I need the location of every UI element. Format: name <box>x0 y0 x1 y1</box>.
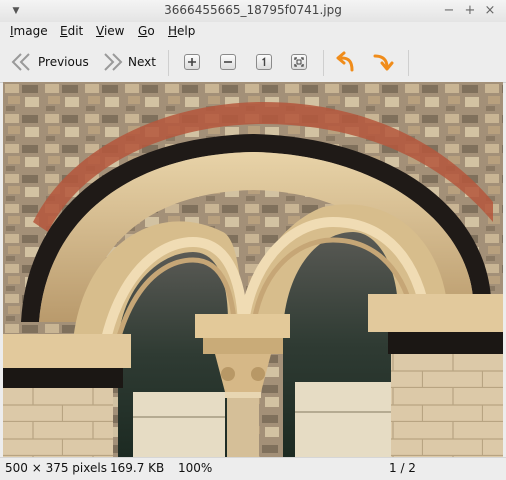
title-bar: ▼ 3666455665_18795f0741.jpg − + × <box>0 0 506 23</box>
zoom-normal-icon <box>256 54 272 70</box>
zoom-level: 100% <box>178 461 213 475</box>
zoom-in-icon <box>184 54 200 70</box>
rotate-right-icon <box>373 54 394 71</box>
photo-gothic-arches <box>3 82 503 457</box>
zoom-in-button[interactable] <box>184 50 200 74</box>
image-viewport[interactable] <box>3 82 503 457</box>
menu-go[interactable]: Go <box>138 24 155 38</box>
status-bar: 500 × 375 pixels 169.7 KB 100% 1 / 2 <box>0 457 506 480</box>
rotate-left-icon <box>336 51 354 72</box>
image-viewer-window: ▼ 3666455665_18795f0741.jpg − + × Image … <box>0 0 506 480</box>
menu-bar: Image Edit View Go Help <box>0 22 506 42</box>
menu-image[interactable]: Image <box>10 24 48 38</box>
menu-view[interactable]: View <box>96 24 124 38</box>
toolbar-separator <box>323 50 324 76</box>
rotate-right-button[interactable] <box>372 50 394 74</box>
menu-help[interactable]: Help <box>168 24 195 38</box>
file-size: 169.7 KB <box>110 461 165 475</box>
zoom-out-button[interactable] <box>220 50 236 74</box>
zoom-fit-button[interactable] <box>291 50 307 74</box>
minimize-icon[interactable]: − <box>441 3 457 19</box>
zoom-out-icon <box>220 54 236 70</box>
toolbar: Previous Next <box>0 42 506 83</box>
window-title: 3666455665_18795f0741.jpg <box>164 3 342 17</box>
zoom-normal-button[interactable] <box>256 50 272 74</box>
image-position: 1 / 2 <box>389 461 416 475</box>
zoom-fit-icon <box>291 54 307 70</box>
toolbar-separator <box>168 50 169 76</box>
menu-edit[interactable]: Edit <box>60 24 83 38</box>
close-icon[interactable]: × <box>482 3 498 19</box>
previous-button[interactable]: Previous <box>10 50 89 74</box>
chevron-left-icon <box>11 53 30 71</box>
maximize-icon[interactable]: + <box>462 3 478 19</box>
rotate-left-button[interactable] <box>336 50 358 74</box>
next-button[interactable]: Next <box>100 50 156 74</box>
image-dimensions: 500 × 375 pixels <box>5 461 107 475</box>
chevron-right-icon <box>104 53 123 71</box>
toolbar-separator <box>408 50 409 76</box>
